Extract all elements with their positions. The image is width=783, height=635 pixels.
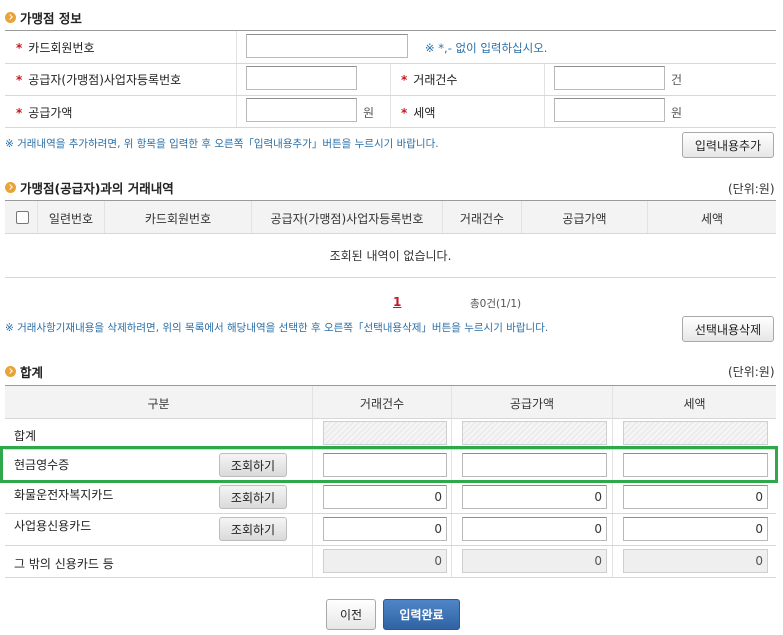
col-card-member-no: 카드회원번호: [144, 212, 212, 226]
cash-receipt-row-highlight: [0, 446, 778, 483]
biz-reg-no-input[interactable]: [246, 66, 357, 90]
empty-message: 조회된 내역이 없습니다.: [329, 249, 452, 263]
summary-row-label-other-cards: 그 밖의 신용카드 등: [14, 557, 114, 571]
summary-col-category: 구분: [147, 397, 170, 411]
business-card-lookup-button[interactable]: 조회하기: [219, 517, 287, 541]
freight-card-supply-input[interactable]: 0: [462, 485, 607, 509]
supply-amount-input[interactable]: [246, 98, 357, 122]
summary-row-label-total: 합계: [14, 429, 37, 443]
freight-card-tax-input[interactable]: 0: [623, 485, 768, 509]
summary-row-label-business-card: 사업용신용카드: [14, 519, 92, 533]
tx-count-input[interactable]: [554, 66, 665, 90]
section-bullet-icon: [5, 182, 16, 193]
other-cards-count-field: 0: [323, 549, 447, 573]
tax-input[interactable]: [554, 98, 665, 122]
summary-col-supply: 공급가액: [509, 397, 555, 411]
other-cards-tax-field: 0: [623, 549, 768, 573]
section-bullet-icon: [5, 366, 16, 377]
total-supply-field: [462, 421, 607, 445]
summary-col-tax: 세액: [683, 397, 706, 411]
freight-card-count-input[interactable]: 0: [323, 485, 447, 509]
freight-card-lookup-button[interactable]: 조회하기: [219, 485, 287, 509]
summary-heading: 합계: [5, 362, 43, 381]
page-link-1[interactable]: 1: [393, 295, 401, 309]
tax-unit: 원: [671, 106, 683, 120]
tax-label: * 세액: [401, 106, 436, 120]
transactions-unit: (단위:원): [728, 182, 775, 196]
other-cards-supply-field: 0: [462, 549, 607, 573]
transactions-title: 가맹점(공급자)과의 거래내역: [20, 181, 174, 196]
summary-unit: (단위:원): [728, 365, 775, 379]
add-entry-note: ※ 거래내역을 추가하려면, 위 항목을 입력한 후 오른쪽「입력내용추가」버튼…: [5, 138, 439, 150]
total-count-field: [323, 421, 447, 445]
tx-count-unit: 건: [671, 73, 683, 87]
merchant-info-heading: 가맹점 정보: [5, 8, 82, 27]
required-mark: *: [16, 41, 23, 55]
col-biz-reg-no: 공급자(가맹점)사업자등록번호: [270, 212, 424, 226]
col-tax: 세액: [700, 212, 724, 226]
col-supply-amount: 공급가액: [562, 212, 607, 226]
supply-amount-label: * 공급가액: [16, 106, 73, 120]
select-all-checkbox[interactable]: [16, 211, 29, 224]
summary-row-label-freight-card: 화물운전자복지카드: [14, 488, 114, 502]
card-member-no-input[interactable]: [246, 34, 408, 58]
total-count: 총0건(1/1): [470, 298, 522, 310]
prev-button[interactable]: 이전: [326, 599, 376, 630]
col-serial-no: 일련번호: [48, 212, 94, 226]
business-card-supply-input[interactable]: 0: [462, 517, 607, 541]
card-member-no-label: * 카드회원번호: [16, 41, 95, 55]
summary-col-tx-count: 거래건수: [359, 397, 405, 411]
business-card-count-input[interactable]: 0: [323, 517, 447, 541]
col-tx-count: 거래건수: [459, 212, 505, 226]
section-bullet-icon: [5, 12, 16, 23]
total-tax-field: [623, 421, 768, 445]
summary-title: 합계: [20, 365, 44, 380]
card-member-no-hint: ※ *,- 없이 입력하십시오.: [425, 41, 548, 55]
add-entry-button[interactable]: 입력내용추가: [682, 132, 774, 158]
delete-entry-note: ※ 거래사항기재내용을 삭제하려면, 위의 목록에서 해당내역을 선택한 후 오…: [5, 322, 549, 334]
biz-reg-no-label: * 공급자(가맹점)사업자등록번호: [16, 73, 182, 87]
transactions-heading: 가맹점(공급자)과의 거래내역: [5, 178, 174, 197]
submit-button[interactable]: 입력완료: [383, 599, 460, 630]
tx-count-label: * 거래건수: [401, 73, 458, 87]
supply-amount-unit: 원: [363, 106, 375, 120]
merchant-info-title: 가맹점 정보: [20, 11, 82, 26]
delete-selected-button[interactable]: 선택내용삭제: [682, 316, 774, 342]
business-card-tax-input[interactable]: 0: [623, 517, 768, 541]
